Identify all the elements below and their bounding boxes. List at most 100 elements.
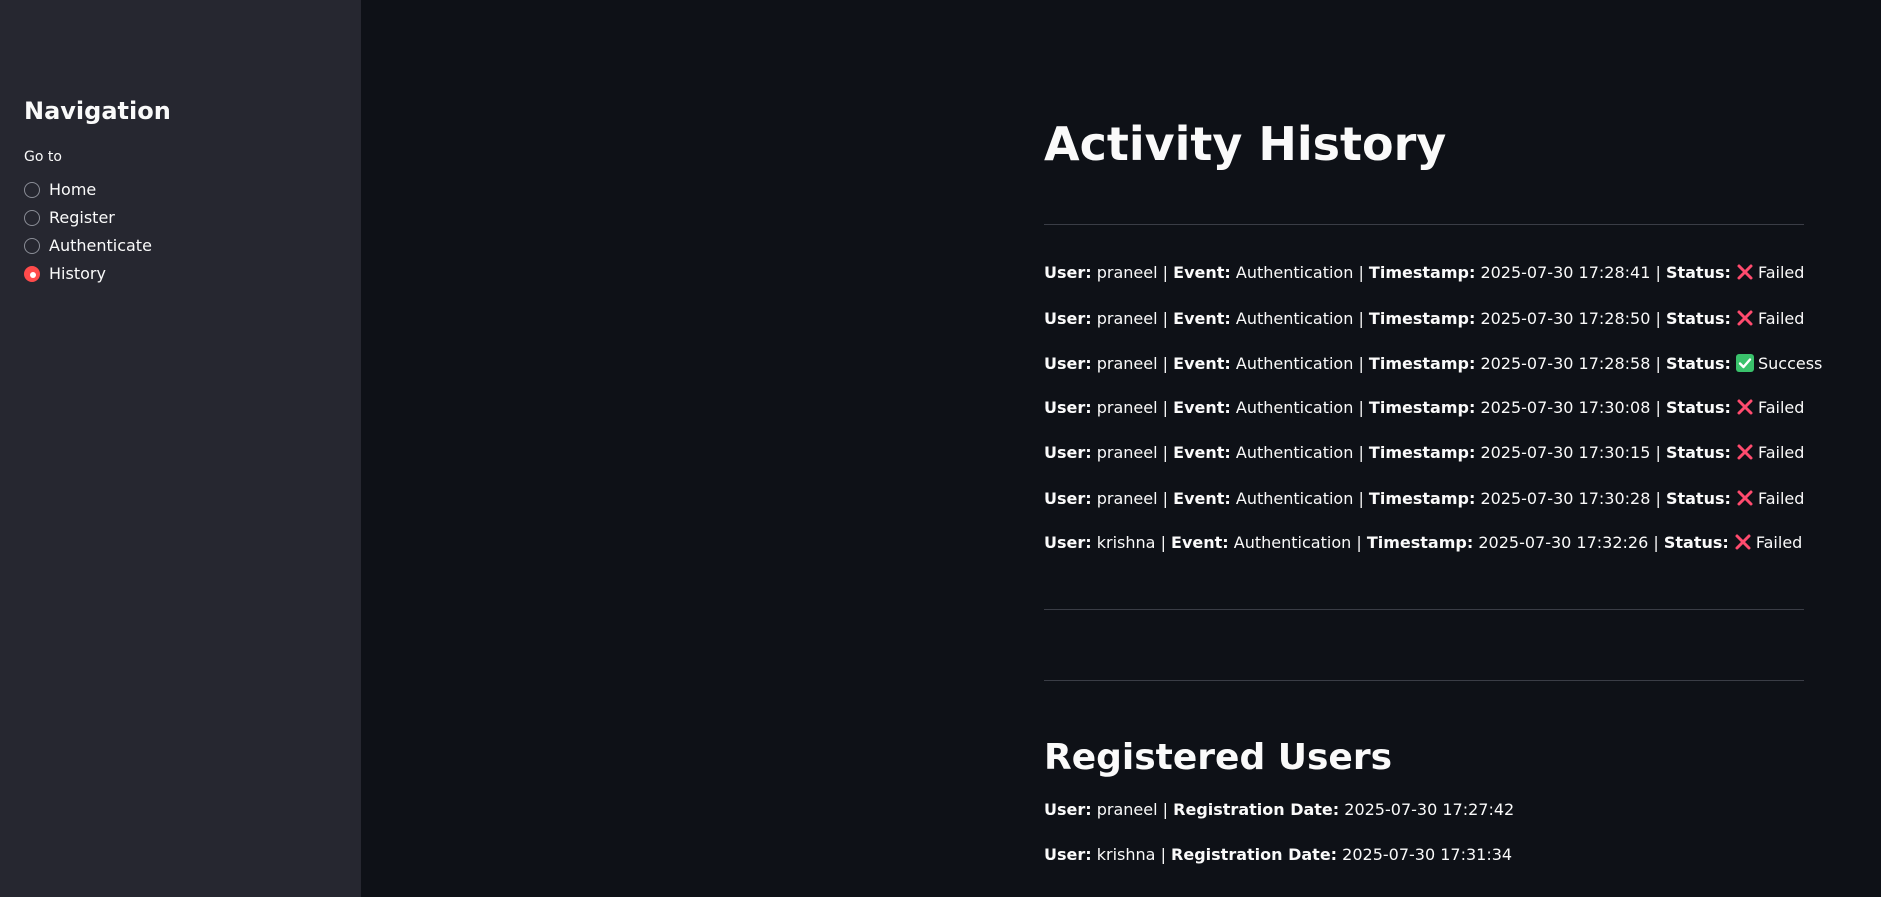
user-label: User: <box>1044 845 1092 864</box>
status-value: Failed <box>1757 489 1805 508</box>
radio-group-label: Go to <box>24 149 62 165</box>
event-label: Event: <box>1173 354 1231 373</box>
user-value: praneel <box>1096 263 1158 282</box>
event-label: Event: <box>1173 398 1231 417</box>
radio-label-history: History <box>49 264 106 283</box>
user-value: praneel <box>1096 398 1158 417</box>
radio-label-home: Home <box>49 180 97 199</box>
timestamp-value: 2025-07-30 17:32:26 <box>1478 533 1649 552</box>
status-value: Failed <box>1755 533 1803 552</box>
event-value: Authentication <box>1235 263 1354 282</box>
status-value: Failed <box>1757 309 1805 328</box>
divider-section <box>1044 680 1804 681</box>
cross-mark-icon <box>1737 310 1753 326</box>
app-root: Navigation Go to Home Register Authentic… <box>0 0 1881 897</box>
radio-label-register: Register <box>49 208 115 227</box>
timestamp-value: 2025-07-30 17:30:15 <box>1480 443 1651 462</box>
divider-top <box>1044 224 1804 225</box>
timestamp-label: Timestamp: <box>1368 443 1476 462</box>
separator: | <box>1655 489 1661 508</box>
radio-button-home[interactable] <box>24 182 40 198</box>
separator: | <box>1655 263 1661 282</box>
event-value: Authentication <box>1233 533 1352 552</box>
user-label: User: <box>1044 354 1092 373</box>
radio-item-home[interactable]: Home <box>24 176 152 204</box>
separator: | <box>1358 398 1364 417</box>
sidebar-title: Navigation <box>24 97 171 125</box>
user-label: User: <box>1044 443 1092 462</box>
separator: | <box>1655 443 1661 462</box>
separator: | <box>1162 443 1169 462</box>
user-value: praneel <box>1096 489 1158 508</box>
radio-item-register[interactable]: Register <box>24 204 152 232</box>
status-value: Failed <box>1757 263 1805 282</box>
timestamp-value: 2025-07-30 17:28:41 <box>1480 263 1651 282</box>
radio-button-authenticate[interactable] <box>24 238 40 254</box>
event-label: Event: <box>1173 263 1231 282</box>
event-value: Authentication <box>1235 489 1354 508</box>
cross-mark-icon <box>1737 264 1753 280</box>
status-label: Status: <box>1663 533 1729 552</box>
separator: | <box>1655 354 1661 373</box>
registered-user-row: User: krishna | Registration Date: 2025-… <box>1044 844 1512 866</box>
radio-button-history[interactable] <box>24 266 40 282</box>
activity-row: User: praneel | Event: Authentication | … <box>1044 442 1804 464</box>
user-value: krishna <box>1096 533 1156 552</box>
separator: | <box>1358 309 1364 328</box>
user-label: User: <box>1044 398 1092 417</box>
user-label: User: <box>1044 489 1092 508</box>
separator: | <box>1162 309 1169 328</box>
timestamp-label: Timestamp: <box>1368 398 1476 417</box>
status-value: Failed <box>1757 443 1805 462</box>
separator: | <box>1358 443 1364 462</box>
status-label: Status: <box>1665 354 1731 373</box>
activity-row: User: praneel | Event: Authentication | … <box>1044 353 1822 375</box>
registration-date-label: Registration Date: <box>1173 800 1340 819</box>
user-label: User: <box>1044 263 1092 282</box>
user-value: praneel <box>1096 354 1158 373</box>
event-value: Authentication <box>1235 443 1354 462</box>
activity-row: User: praneel | Event: Authentication | … <box>1044 262 1804 284</box>
separator: | <box>1162 398 1169 417</box>
event-value: Authentication <box>1235 354 1354 373</box>
separator: | <box>1160 533 1166 552</box>
event-label: Event: <box>1171 533 1229 552</box>
timestamp-label: Timestamp: <box>1368 263 1476 282</box>
sidebar: Navigation Go to Home Register Authentic… <box>0 0 361 897</box>
user-label: User: <box>1044 800 1092 819</box>
event-label: Event: <box>1173 489 1231 508</box>
section-title-registered-users: Registered Users <box>1044 737 1393 778</box>
status-label: Status: <box>1665 263 1731 282</box>
status-label: Status: <box>1665 398 1731 417</box>
activity-row: User: praneel | Event: Authentication | … <box>1044 308 1804 330</box>
activity-row: User: praneel | Event: Authentication | … <box>1044 488 1804 510</box>
separator: | <box>1653 533 1659 552</box>
user-value: praneel <box>1096 443 1158 462</box>
timestamp-value: 2025-07-30 17:30:28 <box>1480 489 1651 508</box>
radio-button-register[interactable] <box>24 210 40 226</box>
radio-item-authenticate[interactable]: Authenticate <box>24 232 152 260</box>
registration-date-label: Registration Date: <box>1171 845 1338 864</box>
user-value: praneel <box>1096 309 1158 328</box>
registered-user-row: User: praneel | Registration Date: 2025-… <box>1044 799 1514 821</box>
activity-row: User: praneel | Event: Authentication | … <box>1044 397 1804 419</box>
separator: | <box>1356 533 1362 552</box>
event-label: Event: <box>1173 443 1231 462</box>
radio-item-history[interactable]: History <box>24 260 152 288</box>
status-label: Status: <box>1665 443 1731 462</box>
separator: | <box>1162 354 1169 373</box>
divider-middle <box>1044 609 1804 610</box>
activity-row: User: krishna | Event: Authentication | … <box>1044 532 1802 554</box>
cross-mark-icon <box>1735 534 1751 550</box>
event-value: Authentication <box>1235 398 1354 417</box>
separator: | <box>1358 354 1364 373</box>
page-title: Activity History <box>1044 117 1447 171</box>
status-value: Success <box>1757 354 1823 373</box>
timestamp-label: Timestamp: <box>1368 489 1476 508</box>
registration-date-value: 2025-07-30 17:31:34 <box>1342 845 1513 864</box>
separator: | <box>1655 398 1661 417</box>
separator: | <box>1358 489 1364 508</box>
timestamp-label: Timestamp: <box>1368 309 1476 328</box>
timestamp-value: 2025-07-30 17:28:58 <box>1480 354 1651 373</box>
separator: | <box>1655 309 1661 328</box>
